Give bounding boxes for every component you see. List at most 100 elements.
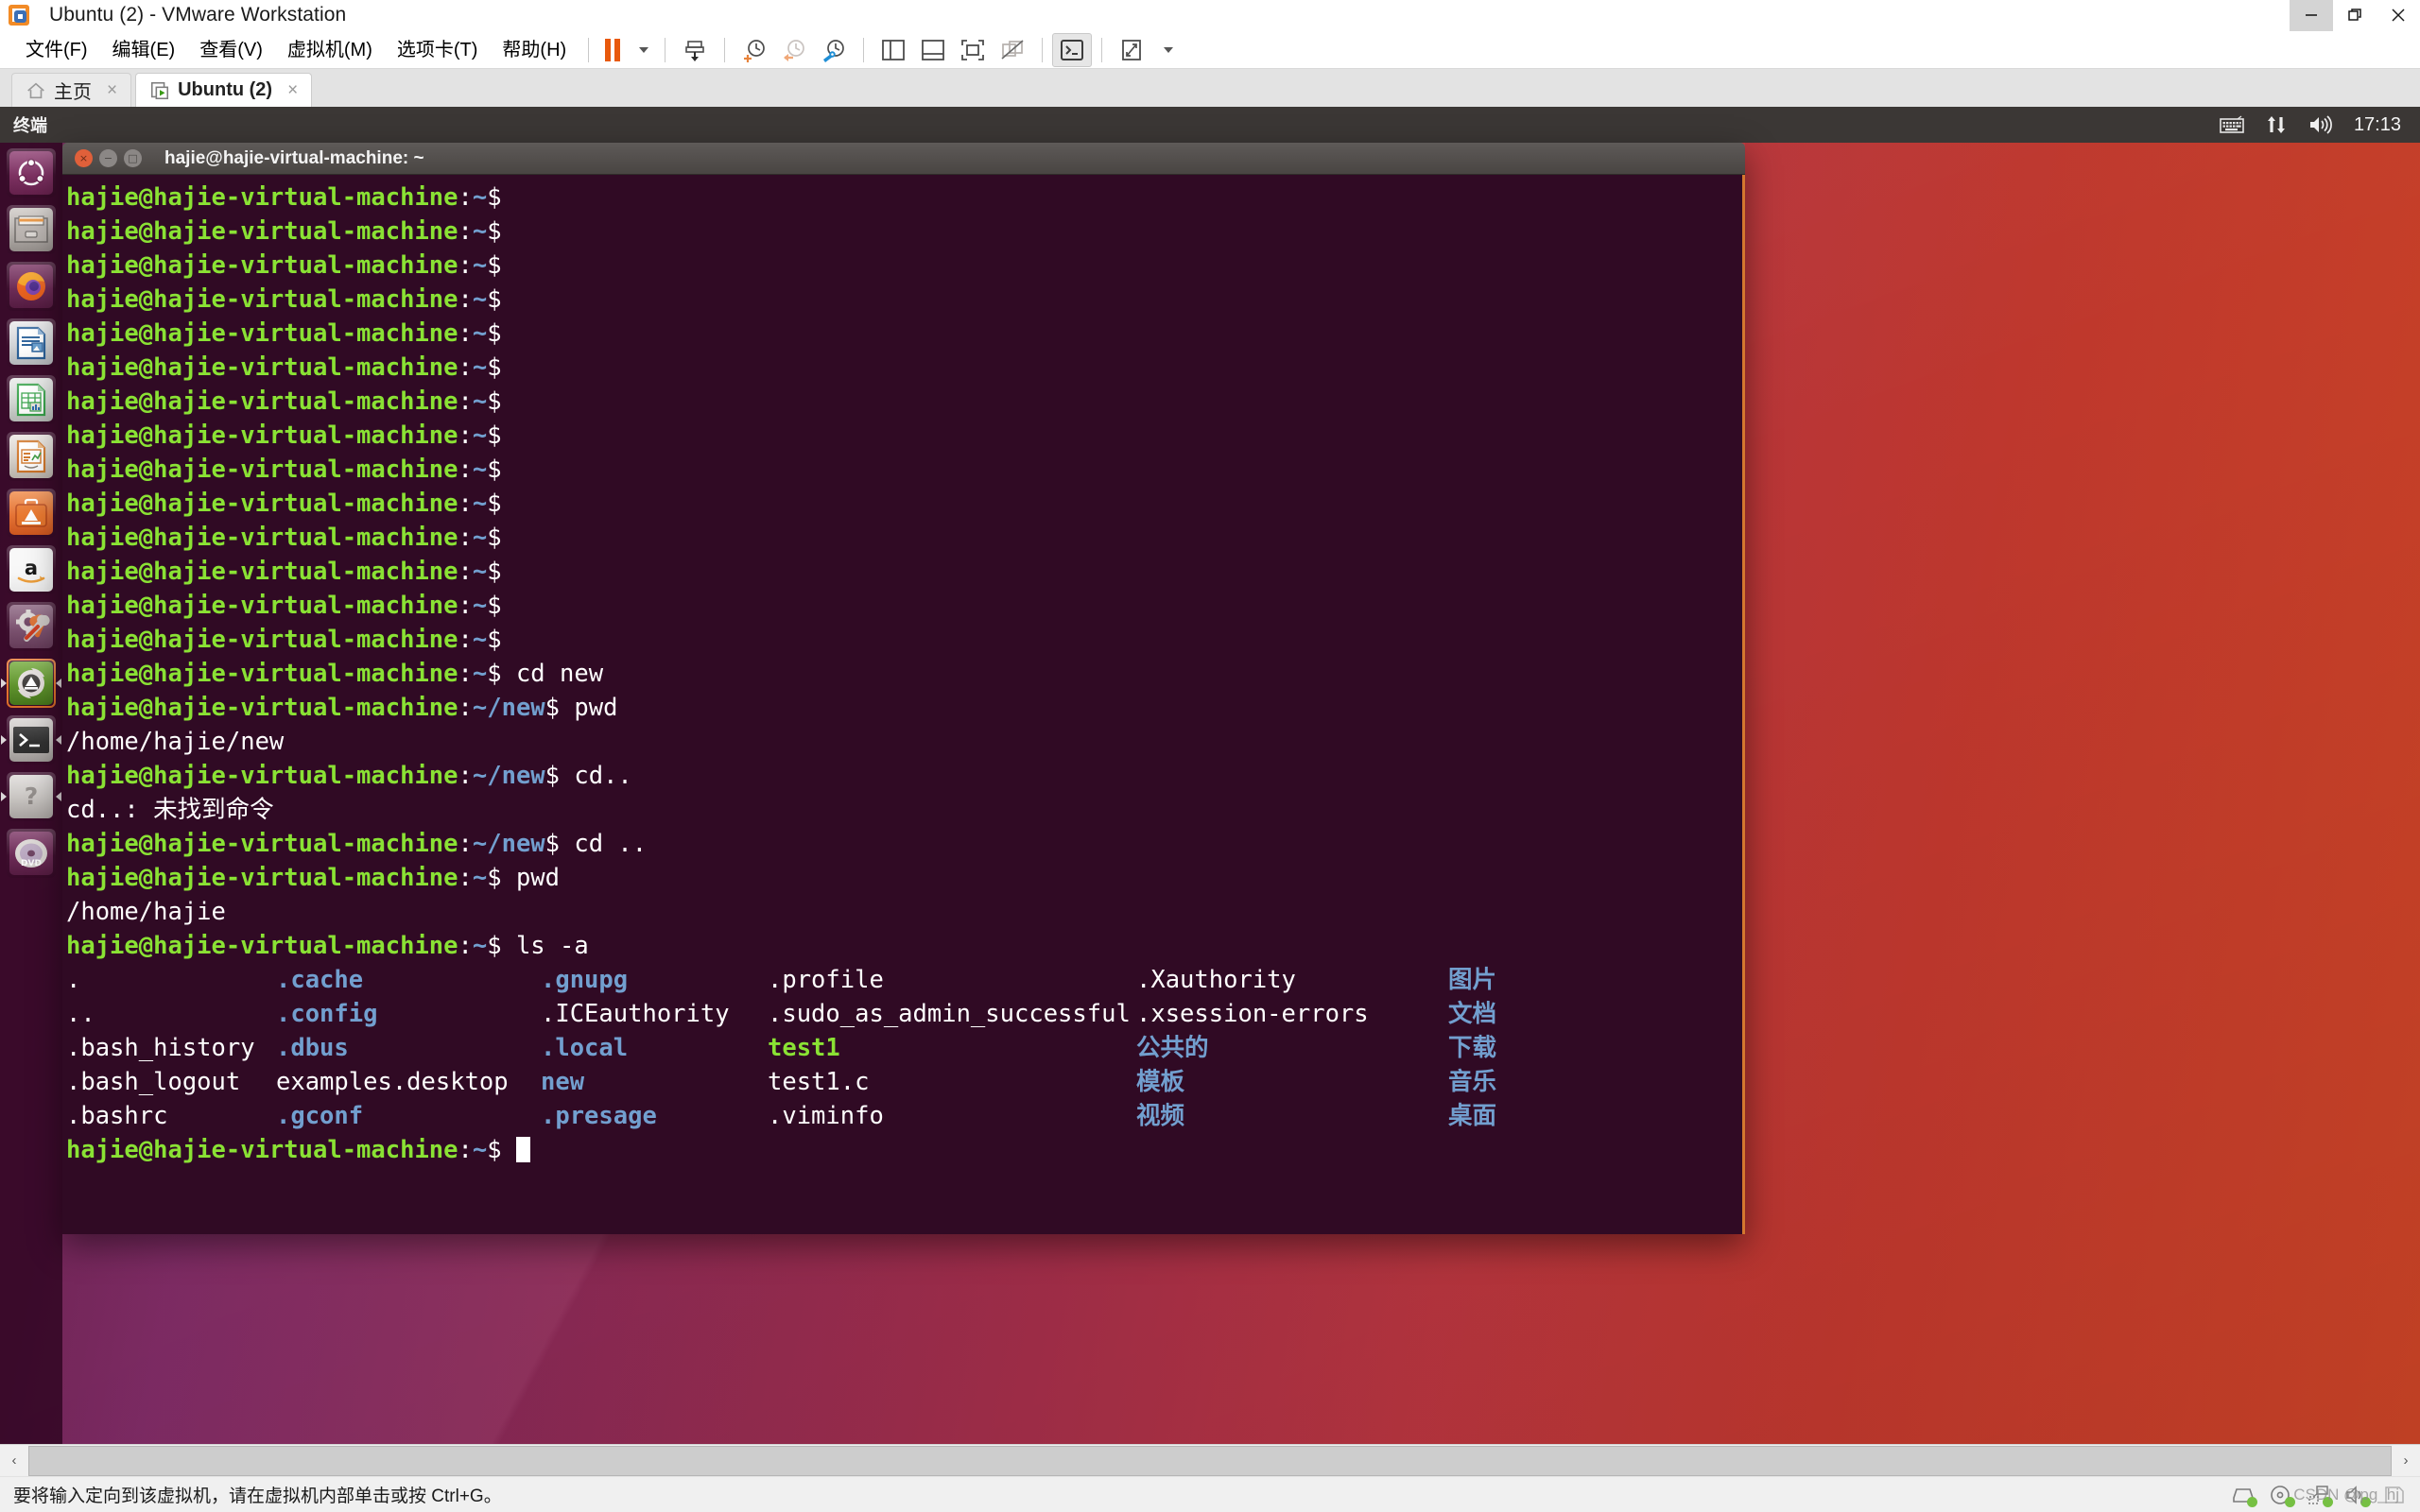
scroll-left-arrow[interactable]: ‹: [0, 1445, 28, 1476]
launcher-libreoffice-writer[interactable]: [7, 318, 56, 368]
menu-file[interactable]: 文件(F): [13, 31, 100, 69]
speaker-icon[interactable]: [2308, 114, 2333, 135]
ls-entry: .cache: [276, 966, 364, 994]
terminal-line: hajie@hajie-virtual-machine:~$: [66, 353, 502, 382]
stretch-guest-button[interactable]: [1112, 33, 1151, 67]
scroll-right-arrow[interactable]: ›: [2392, 1445, 2420, 1476]
vm-running-icon: [151, 81, 169, 99]
launcher-software-updater[interactable]: [7, 659, 56, 708]
network-adapter-device-icon[interactable]: [2307, 1485, 2333, 1507]
vm-viewport[interactable]: 终端 17:13 × − □ hajie@hajie-virtual-machi…: [0, 107, 2420, 1444]
show-thumbnail-bar-button[interactable]: [913, 33, 953, 67]
ls-entry: examples.desktop: [276, 1068, 509, 1096]
console-view-button[interactable]: [1052, 32, 1093, 67]
toolbar-separator-4: [863, 37, 865, 62]
terminal-output: hajie@hajie-virtual-machine:~$ hajie@haji…: [66, 180, 1742, 1167]
ls-entry: .config: [276, 1000, 378, 1028]
window-title: Ubuntu (2) - VMware Workstation: [49, 4, 347, 26]
ls-entry: 图片: [1448, 966, 1497, 994]
scroll-thumb[interactable]: [28, 1445, 2392, 1476]
menu-edit[interactable]: 编辑(E): [100, 31, 188, 69]
panel-clock[interactable]: 17:13: [2354, 114, 2401, 136]
terminal-title: hajie@hajie-virtual-machine: ~: [164, 147, 424, 168]
ls-entry: .presage: [541, 1102, 657, 1130]
launcher-firefox[interactable]: [7, 262, 56, 311]
ls-entry: .bash_logout: [66, 1068, 241, 1096]
menu-vm[interactable]: 虚拟机(M): [275, 31, 385, 69]
terminal-line: hajie@hajie-virtual-machine:~$ pwd: [66, 864, 561, 892]
ls-entry: .local: [541, 1034, 629, 1062]
vmware-logo-icon: [4, 0, 34, 30]
sound-card-device-icon[interactable]: [2344, 1485, 2371, 1507]
tab-home[interactable]: 主页 ×: [11, 73, 132, 107]
suspend-button[interactable]: [598, 33, 627, 67]
launcher-libreoffice-calc[interactable]: [7, 375, 56, 424]
ls-entry: .viminfo: [768, 1102, 884, 1130]
terminal-maximize-button[interactable]: □: [124, 149, 142, 167]
keyboard-icon[interactable]: [2220, 115, 2244, 134]
tab-ubuntu-2-close-icon[interactable]: ×: [284, 79, 302, 101]
take-snapshot-button[interactable]: [735, 33, 774, 67]
toolbar-separator: [588, 37, 590, 62]
revert-snapshot-button[interactable]: [774, 33, 814, 67]
network-up-down-icon[interactable]: [2265, 113, 2288, 136]
unity-mode-button[interactable]: [993, 33, 1032, 67]
show-sidebar-button[interactable]: [873, 33, 913, 67]
ls-entry: .dbus: [276, 1034, 349, 1062]
toolbar-separator-5: [1042, 37, 1044, 62]
fullscreen-button[interactable]: [953, 33, 993, 67]
stretch-dropdown[interactable]: [1151, 33, 1180, 67]
sidebar-panel-icon: [882, 39, 906, 60]
terminal-active-prompt[interactable]: hajie@hajie-virtual-machine:~$: [66, 1133, 1742, 1167]
ls-entry: .gconf: [276, 1102, 364, 1130]
terminal-close-button[interactable]: ×: [75, 149, 93, 167]
launcher-dvd[interactable]: DVD: [7, 829, 56, 878]
launcher-software-center[interactable]: [7, 489, 56, 538]
terminal-content[interactable]: hajie@hajie-virtual-machine:~$ hajie@haji…: [62, 175, 1745, 1234]
launcher-help[interactable]: ?: [7, 772, 56, 821]
launcher-system-settings[interactable]: [7, 602, 56, 651]
launcher-libreoffice-impress[interactable]: [7, 432, 56, 481]
ls-entry: 桌面: [1448, 1102, 1497, 1130]
snapshot-manager-button[interactable]: [814, 33, 854, 67]
statusbar-hint: 要将输入定向到该虚拟机，请在虚拟机内部单击或按 Ctrl+G。: [13, 1486, 502, 1506]
terminal-line: hajie@hajie-virtual-machine:~$: [66, 626, 502, 654]
power-button[interactable]: [675, 33, 715, 67]
statusbar-devices: CSDN @pg_hj: [2231, 1485, 2407, 1507]
menu-help[interactable]: 帮助(H): [490, 31, 579, 69]
launcher-terminal[interactable]: [7, 715, 56, 765]
cd-dvd-device-icon[interactable]: [2269, 1485, 2295, 1507]
launcher-dash-home[interactable]: [7, 148, 56, 198]
hard-disk-device-icon[interactable]: [2231, 1485, 2257, 1507]
menubar: 文件(F) 编辑(E) 查看(V) 虚拟机(M) 选项卡(T) 帮助(H): [0, 31, 2420, 69]
tab-ubuntu-2[interactable]: Ubuntu (2) ×: [135, 73, 313, 107]
tab-home-label: 主页: [54, 82, 92, 103]
close-icon[interactable]: [2377, 0, 2420, 31]
snapshot-revert-icon: [784, 39, 805, 61]
minimize-icon[interactable]: [2290, 0, 2333, 31]
window-controls: [2290, 0, 2420, 31]
scroll-track[interactable]: [28, 1445, 2392, 1476]
launcher-files[interactable]: [7, 205, 56, 254]
menu-tabs[interactable]: 选项卡(T): [385, 31, 491, 69]
terminal-minimize-button[interactable]: −: [99, 149, 117, 167]
launcher-amazon[interactable]: a: [7, 545, 56, 594]
terminal-line: hajie@hajie-virtual-machine:~$: [66, 592, 502, 620]
gnome-terminal-window[interactable]: × − □ hajie@hajie-virtual-machine: ~ haj…: [62, 143, 1745, 1234]
terminal-line: hajie@hajie-virtual-machine:~$: [66, 490, 502, 518]
unity-mode-off-icon: [1001, 39, 1024, 60]
ls-entry: 公共的: [1136, 1034, 1209, 1062]
suspend-dropdown[interactable]: [627, 33, 655, 67]
restore-icon[interactable]: [2333, 0, 2377, 31]
printer-device-icon[interactable]: [2382, 1485, 2407, 1505]
tab-home-close-icon[interactable]: ×: [103, 79, 121, 101]
unity-launcher: a: [0, 143, 62, 1444]
terminal-line: hajie@hajie-virtual-machine:~$ ls -a: [66, 932, 589, 960]
ls-entry: ..: [66, 1000, 95, 1028]
app-menu-title[interactable]: 终端: [13, 112, 47, 137]
vmware-workstation-window: Ubuntu (2) - VMware Workstation 文件(F) 编辑…: [0, 0, 2420, 1512]
power-down-icon: [685, 40, 704, 61]
viewport-horizontal-scrollbar[interactable]: ‹ ›: [0, 1444, 2420, 1476]
menu-view[interactable]: 查看(V): [187, 31, 275, 69]
terminal-titlebar[interactable]: × − □ hajie@hajie-virtual-machine: ~: [62, 143, 1745, 175]
